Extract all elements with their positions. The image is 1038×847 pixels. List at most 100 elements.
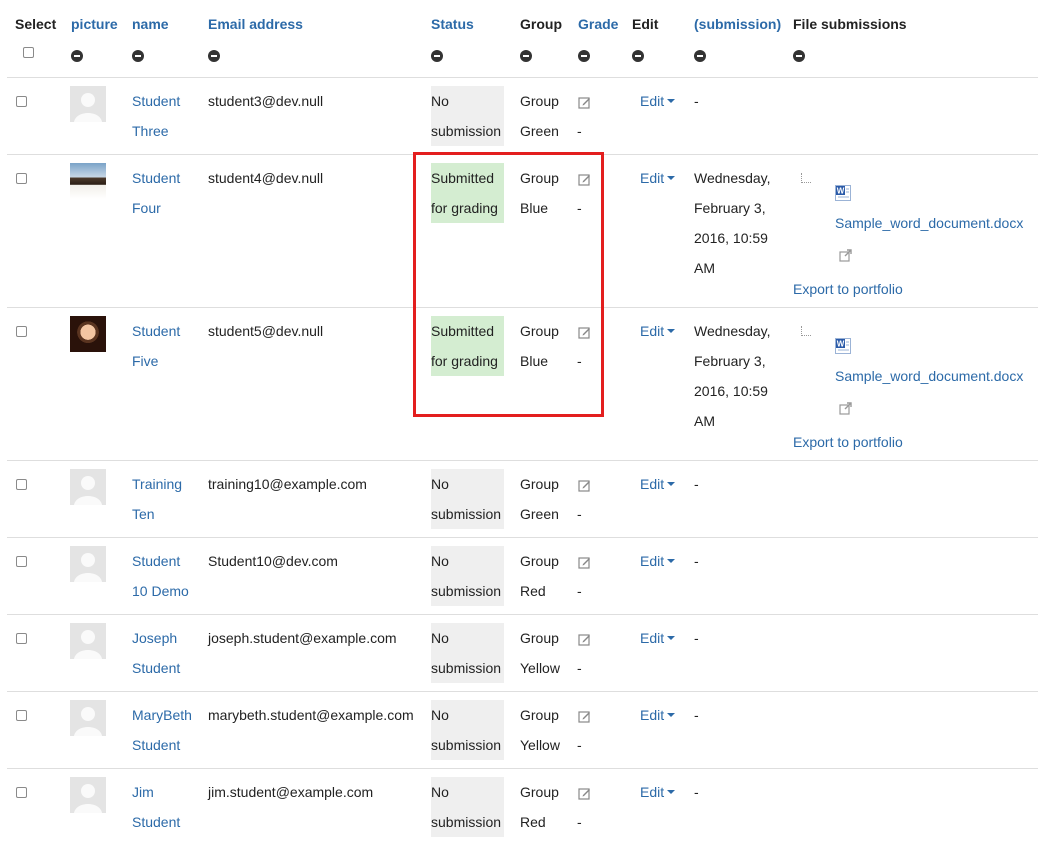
edit-menu-toggle[interactable]: Edit — [640, 316, 676, 346]
row-select-checkbox[interactable] — [16, 326, 27, 337]
submission-date: - — [694, 93, 699, 109]
student-name-link[interactable]: Student Three — [132, 86, 180, 146]
user-photo-avatar — [70, 316, 106, 352]
export-to-portfolio-link[interactable]: Export to portfolio — [793, 427, 903, 457]
tree-connector — [801, 173, 811, 183]
row-select-checkbox[interactable] — [16, 556, 27, 567]
minus-circle-icon[interactable] — [132, 50, 144, 62]
row-select-checkbox[interactable] — [16, 633, 27, 644]
export-portfolio-icon[interactable] — [839, 401, 853, 415]
pencil-edit-icon[interactable] — [578, 633, 591, 646]
table-row: MaryBeth Student marybeth.student@example… — [7, 691, 1038, 768]
pencil-edit-icon[interactable] — [578, 173, 591, 186]
pencil-edit-icon[interactable] — [578, 787, 591, 800]
email-text: marybeth.student@example.com — [208, 707, 414, 723]
status-badge: No submission — [431, 700, 504, 760]
email-text: student4@dev.null — [208, 170, 324, 186]
default-user-avatar — [70, 777, 106, 813]
group-text: Group Blue — [520, 170, 559, 216]
edit-menu-toggle[interactable]: Edit — [640, 546, 676, 576]
group-text: Group Red — [520, 553, 559, 599]
header-picture-sort-link[interactable]: picture — [71, 9, 118, 39]
email-text: student5@dev.null — [208, 323, 324, 339]
row-select-checkbox[interactable] — [16, 787, 27, 798]
submission-date: Wednesday, February 3, 2016, 10:59 AM — [694, 170, 771, 276]
submission-date: - — [694, 630, 699, 646]
default-user-avatar — [70, 700, 106, 736]
header-status-sort-link[interactable]: Status — [431, 9, 474, 39]
minus-circle-icon[interactable] — [793, 50, 805, 62]
row-select-checkbox[interactable] — [16, 96, 27, 107]
table-row: Student Three student3@dev.null No submiss… — [7, 77, 1038, 154]
row-select-checkbox[interactable] — [16, 710, 27, 721]
submission-date: - — [694, 476, 699, 492]
grade-value: - — [577, 660, 582, 676]
edit-menu-toggle[interactable]: Edit — [640, 700, 676, 730]
default-user-avatar — [70, 469, 106, 505]
pencil-edit-icon[interactable] — [578, 96, 591, 109]
edit-menu-toggle[interactable]: Edit — [640, 469, 676, 499]
submission-date: - — [694, 784, 699, 800]
table-row: Joseph Student joseph.student@example.com… — [7, 614, 1038, 691]
minus-circle-icon[interactable] — [632, 50, 644, 62]
file-download-link[interactable]: Sample_word_document.docx — [835, 361, 1023, 391]
student-name-link[interactable]: Jim Student — [132, 777, 180, 837]
grade-value: - — [577, 506, 582, 522]
minus-circle-icon[interactable] — [694, 50, 706, 62]
edit-menu-toggle[interactable]: Edit — [640, 777, 676, 807]
chevron-down-icon — [667, 176, 676, 181]
grade-value: - — [577, 737, 582, 753]
status-badge: No submission — [431, 469, 504, 529]
table-header-row: Select picture name Email address Status… — [7, 0, 1038, 77]
export-to-portfolio-link[interactable]: Export to portfolio — [793, 274, 903, 304]
header-group: Group — [520, 16, 562, 32]
student-name-link[interactable]: Joseph Student — [132, 623, 180, 683]
header-submission-sort-link[interactable]: (submission) — [694, 9, 781, 39]
file-download-link[interactable]: Sample_word_document.docx — [835, 208, 1023, 238]
chevron-down-icon — [667, 636, 676, 641]
select-all-checkbox[interactable] — [23, 47, 34, 58]
student-name-link[interactable]: Student Four — [132, 163, 180, 223]
row-select-checkbox[interactable] — [16, 479, 27, 490]
header-name-sort-link[interactable]: name — [132, 9, 169, 39]
submission-date: Wednesday, February 3, 2016, 10:59 AM — [694, 323, 771, 429]
minus-circle-icon[interactable] — [71, 50, 83, 62]
header-edit: Edit — [632, 16, 659, 32]
tree-connector — [801, 326, 811, 336]
student-name-link[interactable]: Training Ten — [132, 469, 182, 529]
minus-circle-icon[interactable] — [431, 50, 443, 62]
export-portfolio-icon[interactable] — [839, 248, 853, 262]
status-badge: Submitted for grading — [431, 316, 504, 376]
minus-circle-icon[interactable] — [208, 50, 220, 62]
student-name-link[interactable]: MaryBeth Student — [132, 700, 192, 760]
minus-circle-icon[interactable] — [520, 50, 532, 62]
grade-value: - — [577, 123, 582, 139]
header-select: Select — [15, 16, 57, 32]
submission-date: - — [694, 707, 699, 723]
svg-text:W: W — [837, 340, 845, 349]
chevron-down-icon — [667, 790, 676, 795]
user-photo-avatar — [70, 163, 106, 199]
student-name-link[interactable]: Student 10 Demo — [132, 546, 189, 606]
pencil-edit-icon[interactable] — [578, 710, 591, 723]
table-row: Jim Student jim.student@example.com No sub… — [7, 768, 1038, 847]
grade-value: - — [577, 353, 582, 369]
edit-menu-toggle[interactable]: Edit — [640, 86, 676, 116]
pencil-edit-icon[interactable] — [578, 556, 591, 569]
pencil-edit-icon[interactable] — [578, 479, 591, 492]
edit-menu-toggle[interactable]: Edit — [640, 163, 676, 193]
minus-circle-icon[interactable] — [578, 50, 590, 62]
pencil-edit-icon[interactable] — [578, 326, 591, 339]
default-user-avatar — [70, 546, 106, 582]
header-grade-sort-link[interactable]: Grade — [578, 9, 618, 39]
student-name-link[interactable]: Student Five — [132, 316, 180, 376]
word-document-icon: W — [835, 185, 851, 201]
email-text: jim.student@example.com — [208, 784, 374, 800]
status-badge: Submitted for grading — [431, 163, 504, 223]
table-row: Student Four student4@dev.null Submitted f… — [7, 154, 1038, 307]
edit-menu-toggle[interactable]: Edit — [640, 623, 676, 653]
row-select-checkbox[interactable] — [16, 173, 27, 184]
header-email-sort-link[interactable]: Email address — [208, 9, 303, 39]
header-file-submissions: File submissions — [793, 16, 907, 32]
default-user-avatar — [70, 623, 106, 659]
